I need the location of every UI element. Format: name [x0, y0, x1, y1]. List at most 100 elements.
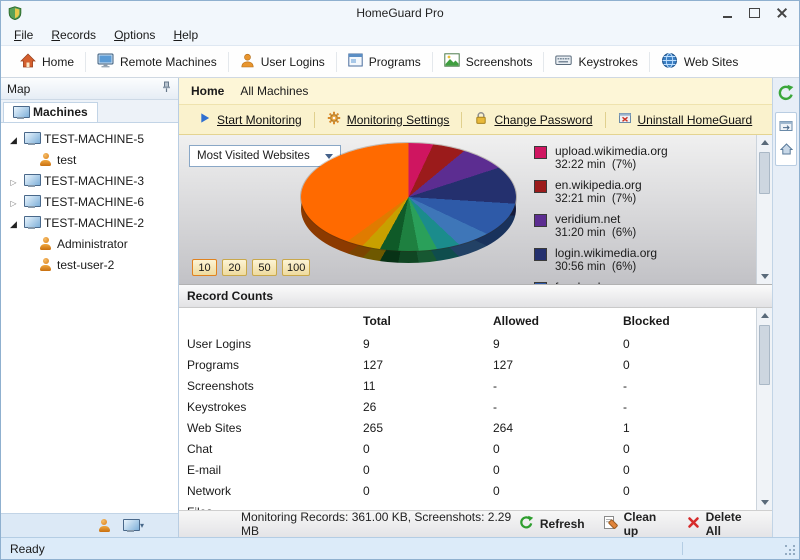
keystrokes-icon [555, 53, 573, 70]
legend-item[interactable]: login.wikimedia.org 30:56 min (6%) [534, 247, 746, 273]
lock-icon [474, 111, 488, 128]
table-row[interactable]: Network 0 0 0 [179, 480, 756, 501]
toolbar-keystrokes-button[interactable]: Keystrokes [544, 49, 648, 75]
tree-item-user[interactable]: test [1, 149, 178, 170]
row-blocked: - [623, 399, 627, 414]
toolbar-web-sites-button[interactable]: Web Sites [650, 49, 749, 75]
toolbar-user-logins-label: User Logins [260, 54, 325, 69]
toolbar-screenshots-button[interactable]: Screenshots [433, 49, 544, 75]
table-row[interactable]: Programs 127 127 0 [179, 354, 756, 375]
toolbar-remote-machines-button[interactable]: Remote Machines [86, 49, 228, 75]
row-total: 127 [363, 357, 384, 372]
scroll-thumb[interactable] [759, 325, 770, 385]
page-size-10-button[interactable]: 10 [192, 259, 217, 276]
legend-time: 32:22 min [555, 159, 606, 171]
table-scrollbar[interactable] [756, 308, 772, 510]
table-row[interactable]: E-mail 0 0 0 [179, 459, 756, 480]
row-total: 0 [363, 483, 370, 498]
table-row[interactable]: Keystrokes 26 - - [179, 396, 756, 417]
table-row[interactable]: Chat 0 0 0 [179, 438, 756, 459]
menu-records[interactable]: Records [42, 26, 105, 44]
scroll-up-icon[interactable] [757, 135, 772, 150]
tree-item-label: test-user-2 [57, 257, 115, 272]
menu-help[interactable]: Help [164, 26, 207, 44]
main-toolbar: Home Remote Machines User Logins Program… [1, 46, 799, 78]
row-label: Programs [187, 357, 240, 372]
row-allowed: 9 [493, 336, 500, 351]
delete-all-label: Delete All [705, 510, 742, 538]
programs-icon [348, 53, 363, 70]
tree-item-machine[interactable]: TEST-MACHINE-3 [1, 170, 178, 191]
status-text: Ready [10, 541, 45, 556]
table-row[interactable]: User Logins 9 9 0 [179, 333, 756, 354]
expand-toggle-icon[interactable] [8, 216, 19, 230]
close-button[interactable] [768, 4, 795, 23]
open-panel-icon[interactable] [779, 120, 793, 135]
row-total: 0 [363, 462, 370, 477]
legend-item[interactable]: veridium.net 31:20 min (6%) [534, 213, 746, 239]
table-row[interactable]: Web Sites 265 264 1 [179, 417, 756, 438]
tree-item-machine[interactable]: TEST-MACHINE-5 [1, 128, 178, 149]
menu-file[interactable]: File [5, 26, 42, 44]
expand-toggle-icon[interactable] [8, 195, 19, 209]
row-allowed: 127 [493, 357, 514, 372]
action-bar: Start Monitoring Monitoring Settings Cha… [179, 105, 772, 135]
change-password-button[interactable]: Change Password [462, 111, 604, 128]
expand-toggle-icon[interactable] [8, 174, 19, 188]
sync-arrow-icon[interactable] [777, 84, 795, 105]
legend-pct: (7%) [611, 193, 637, 205]
page-size-50-button[interactable]: 50 [252, 259, 277, 276]
breadcrumb: Home All Machines [179, 78, 772, 105]
tree-item-machine[interactable]: TEST-MACHINE-6 [1, 191, 178, 212]
record-counts-title: Record Counts [187, 289, 274, 303]
machines-tree: TEST-MACHINE-5 test TEST-MACHINE-3 TEST-… [1, 122, 178, 513]
machines-view-button[interactable]: ▾ [122, 519, 144, 532]
page-size-20-button[interactable]: 20 [222, 259, 247, 276]
toolbar-home-button[interactable]: Home [9, 49, 85, 75]
toolbar-user-logins-button[interactable]: User Logins [229, 49, 336, 75]
tree-item-user[interactable]: Administrator [1, 233, 178, 254]
play-icon [199, 112, 211, 127]
scroll-up-icon[interactable] [757, 308, 772, 323]
tab-machines[interactable]: Machines [3, 102, 98, 122]
scroll-down-icon[interactable] [757, 269, 772, 284]
home-panel-icon[interactable] [779, 143, 793, 158]
delete-all-button[interactable]: Delete All [687, 510, 754, 538]
table-row[interactable]: Files [179, 501, 756, 511]
pin-icon[interactable] [161, 81, 172, 96]
tree-item-user[interactable]: test-user-2 [1, 254, 178, 275]
legend-item[interactable]: facebook.com [534, 281, 746, 284]
start-monitoring-label: Start Monitoring [217, 112, 302, 127]
uninstall-homeguard-button[interactable]: Uninstall HomeGuard [606, 112, 765, 128]
monitoring-settings-button[interactable]: Monitoring Settings [315, 111, 462, 128]
page-size-100-button[interactable]: 100 [282, 259, 311, 276]
row-label: Web Sites [187, 420, 242, 435]
row-blocked: - [623, 378, 627, 393]
clean-up-button[interactable]: Clean up [603, 510, 669, 538]
tree-item-machine[interactable]: TEST-MACHINE-2 [1, 212, 178, 233]
maximize-button[interactable] [741, 4, 768, 23]
legend-site: facebook.com [555, 281, 630, 284]
toolbar-programs-button[interactable]: Programs [337, 49, 432, 75]
refresh-button[interactable]: Refresh [519, 510, 585, 538]
map-panel-header: Map [1, 78, 178, 100]
menu-bar: File Records Options Help [1, 25, 799, 46]
users-view-button[interactable] [98, 519, 111, 532]
scroll-thumb[interactable] [759, 152, 770, 194]
menu-options[interactable]: Options [105, 26, 164, 44]
start-monitoring-button[interactable]: Start Monitoring [187, 112, 314, 127]
expand-toggle-icon[interactable] [8, 132, 19, 146]
minimize-button[interactable] [714, 4, 741, 23]
status-bar: Ready [1, 537, 799, 559]
breadcrumb-home[interactable]: Home [191, 84, 224, 98]
chart-type-select-value: Most Visited Websites [197, 150, 310, 162]
table-row[interactable]: Screenshots 11 - - [179, 375, 756, 396]
machine-icon [24, 132, 41, 145]
legend-item[interactable]: upload.wikimedia.org 32:22 min (7%) [534, 145, 746, 171]
chart-scrollbar[interactable] [756, 135, 772, 284]
scroll-down-icon[interactable] [757, 495, 772, 510]
resize-grip[interactable] [785, 545, 796, 556]
page-size-buttons: 10 20 50 100 [192, 259, 311, 276]
column-header-allowed: Allowed [493, 313, 540, 328]
legend-item[interactable]: en.wikipedia.org 32:21 min (7%) [534, 179, 746, 205]
